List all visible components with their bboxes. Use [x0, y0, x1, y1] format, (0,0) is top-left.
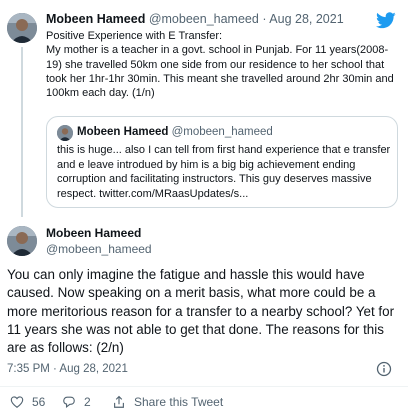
tweet-date[interactable]: Aug 28, 2021 — [269, 12, 343, 26]
like-count: 56 — [32, 395, 46, 409]
tweet-header: Mobeen Hameed @mobeen_hameed · Aug 28, 2… — [46, 12, 344, 26]
avatar[interactable] — [7, 13, 37, 43]
twitter-bird-icon[interactable] — [376, 12, 396, 29]
info-icon[interactable] — [376, 361, 392, 377]
divider — [0, 386, 408, 387]
quoted-tweet[interactable]: Mobeen Hameed @mobeen_hameed this is hug… — [46, 116, 398, 208]
author-handle[interactable]: @mobeen_hameed — [149, 12, 259, 26]
heart-icon — [10, 396, 24, 408]
quoted-text: this is huge... also I can tell from fir… — [57, 144, 391, 200]
reply-icon — [63, 396, 75, 408]
tweet-text: You can only imagine the fatigue and has… — [7, 267, 395, 356]
tweet-timestamp[interactable]: 7:35 PM · Aug 28, 2021 — [7, 363, 128, 375]
thread-line — [21, 47, 23, 217]
tweet-1[interactable]: Mobeen Hameed @mobeen_hameed · Aug 28, 2… — [0, 0, 408, 217]
tweet-text-line: My mother is a teacher in a govt. school… — [46, 44, 394, 100]
quoted-avatar — [57, 125, 73, 141]
author-name[interactable]: Mobeen Hameed — [46, 226, 141, 240]
author-handle[interactable]: @mobeen_hameed — [46, 242, 152, 256]
quoted-header: Mobeen Hameed @mobeen_hameed — [77, 126, 273, 138]
tweet-text: Positive Experience with E Transfer: My … — [46, 29, 398, 100]
share-button[interactable]: Share this Tweet — [112, 395, 223, 409]
tweet-actions: 56 2 Share this Tweet — [0, 392, 408, 414]
quoted-author-handle: @mobeen_hameed — [171, 126, 273, 138]
quoted-author-name: Mobeen Hameed — [77, 126, 169, 138]
like-button[interactable]: 56 — [10, 395, 45, 409]
separator: · — [262, 12, 267, 26]
share-icon — [114, 395, 124, 408]
avatar[interactable] — [7, 226, 37, 256]
reply-count: 2 — [84, 395, 91, 409]
share-label: Share this Tweet — [134, 395, 224, 409]
author-name[interactable]: Mobeen Hameed — [46, 12, 145, 26]
reply-button[interactable]: 2 — [62, 395, 91, 409]
tweet-text-line: Positive Experience with E Transfer: — [46, 30, 223, 42]
